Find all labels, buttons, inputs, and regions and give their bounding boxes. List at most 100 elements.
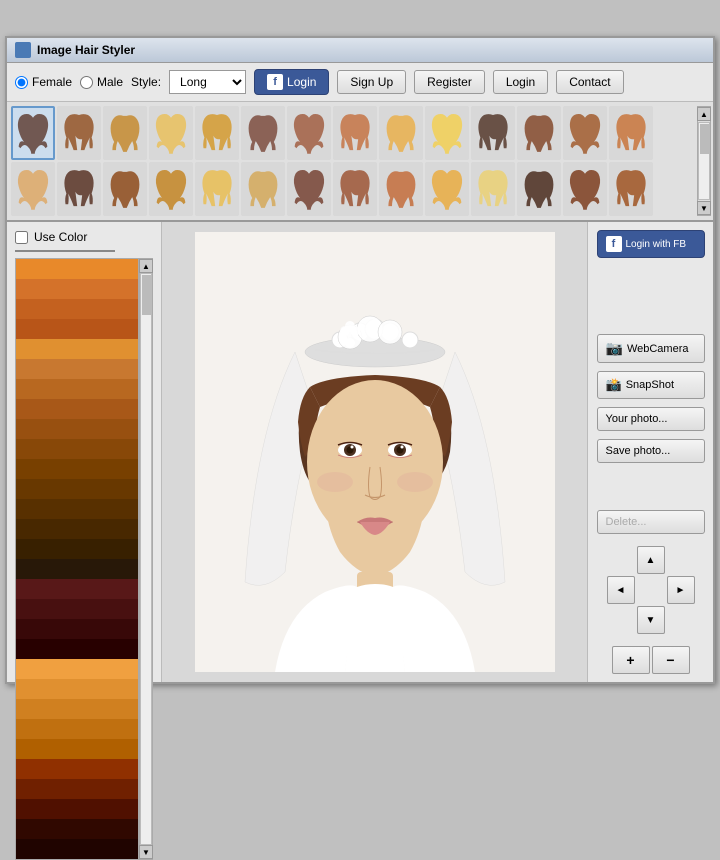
webcam-button[interactable]: 📷 WebCamera: [597, 334, 705, 363]
color-swatch[interactable]: [16, 599, 138, 619]
style-select[interactable]: Long Short Medium Curly: [169, 70, 246, 94]
scrollbar-thumb[interactable]: [700, 124, 710, 154]
hair-thumb[interactable]: [57, 162, 101, 216]
color-swatch[interactable]: [16, 619, 138, 639]
use-color-checkbox[interactable]: [15, 231, 28, 244]
color-swatch[interactable]: [16, 839, 138, 859]
login-button[interactable]: Login: [493, 70, 548, 94]
hair-thumb[interactable]: [471, 106, 515, 160]
save-photo-button[interactable]: Save photo...: [597, 439, 705, 463]
hair-thumb[interactable]: [11, 106, 55, 160]
hair-thumb[interactable]: [563, 162, 607, 216]
contact-button[interactable]: Contact: [556, 70, 623, 94]
hair-thumb[interactable]: [57, 106, 101, 160]
color-swatch[interactable]: [16, 399, 138, 419]
color-swatch[interactable]: [16, 379, 138, 399]
arrow-up-button[interactable]: ▲: [637, 546, 665, 574]
style-label: Style:: [131, 75, 161, 89]
zoom-out-button[interactable]: −: [652, 646, 690, 674]
color-swatch[interactable]: [16, 739, 138, 759]
color-swatch[interactable]: [16, 579, 138, 599]
hair-thumb[interactable]: [195, 162, 239, 216]
register-button[interactable]: Register: [414, 70, 485, 94]
hair-thumb[interactable]: [333, 106, 377, 160]
hair-thumb[interactable]: [241, 106, 285, 160]
hair-thumb[interactable]: [517, 162, 561, 216]
color-preview-swatch[interactable]: [15, 250, 115, 252]
hair-thumb[interactable]: [287, 106, 331, 160]
color-swatch[interactable]: [16, 279, 138, 299]
hair-thumb[interactable]: [425, 106, 469, 160]
color-swatch[interactable]: [16, 319, 138, 339]
arrow-left-button[interactable]: ◄: [607, 576, 635, 604]
color-swatch[interactable]: [16, 699, 138, 719]
delete-button[interactable]: Delete...: [597, 510, 705, 534]
color-swatch[interactable]: [16, 659, 138, 679]
color-swatch[interactable]: [16, 339, 138, 359]
color-swatch[interactable]: [16, 479, 138, 499]
snapshot-label: SnapShot: [626, 379, 674, 391]
hair-thumb[interactable]: [379, 106, 423, 160]
fb-login-button[interactable]: f Login: [254, 69, 329, 95]
color-scroll-up[interactable]: ▲: [139, 259, 153, 273]
arrow-right-button[interactable]: ►: [667, 576, 695, 604]
color-swatch[interactable]: [16, 779, 138, 799]
arrow-row-middle: ◄ ►: [607, 576, 695, 604]
hair-thumb[interactable]: [379, 162, 423, 216]
male-radio[interactable]: [80, 76, 93, 89]
window-title: Image Hair Styler: [37, 43, 135, 57]
hair-thumb[interactable]: [11, 162, 55, 216]
color-swatch[interactable]: [16, 539, 138, 559]
arrow-down-button[interactable]: ▼: [637, 606, 665, 634]
hair-thumb[interactable]: [287, 162, 331, 216]
color-swatch[interactable]: [16, 499, 138, 519]
arrow-controls: ▲ ◄ ► ▼: [607, 546, 695, 634]
hair-thumb[interactable]: [471, 162, 515, 216]
hair-thumb[interactable]: [517, 106, 561, 160]
your-photo-button[interactable]: Your photo...: [597, 407, 705, 431]
hair-thumb[interactable]: [149, 106, 193, 160]
color-swatch[interactable]: [16, 719, 138, 739]
color-swatch[interactable]: [16, 679, 138, 699]
color-swatch[interactable]: [16, 299, 138, 319]
hair-thumb[interactable]: [609, 162, 653, 216]
color-swatch[interactable]: [16, 519, 138, 539]
color-swatch[interactable]: [16, 819, 138, 839]
color-swatch[interactable]: [16, 259, 138, 279]
color-scroll-thumb[interactable]: [142, 275, 152, 315]
female-radio[interactable]: [15, 76, 28, 89]
hair-thumb[interactable]: [563, 106, 607, 160]
hair-thumb[interactable]: [333, 162, 377, 216]
hair-thumb[interactable]: [103, 162, 147, 216]
hair-thumb[interactable]: [149, 162, 193, 216]
signup-button[interactable]: Sign Up: [337, 70, 406, 94]
style-selector[interactable]: Long Short Medium Curly: [169, 70, 246, 94]
save-photo-label: Save photo...: [606, 445, 671, 457]
color-swatch[interactable]: [16, 759, 138, 779]
color-swatch[interactable]: [16, 459, 138, 479]
zoom-in-button[interactable]: +: [612, 646, 650, 674]
color-swatch[interactable]: [16, 799, 138, 819]
hair-thumb[interactable]: [425, 162, 469, 216]
hair-thumb[interactable]: [103, 106, 147, 160]
hair-thumb[interactable]: [195, 106, 239, 160]
female-radio-label[interactable]: Female: [15, 75, 72, 89]
color-scroll-area: ▲ ▼: [15, 258, 153, 860]
snapshot-button[interactable]: 📸 SnapShot: [597, 371, 705, 399]
use-color-label: Use Color: [34, 230, 87, 244]
color-swatch[interactable]: [16, 419, 138, 439]
color-swatch[interactable]: [16, 359, 138, 379]
scrollbar-down-btn[interactable]: ▼: [697, 201, 711, 215]
scrollbar-up-btn[interactable]: ▲: [697, 107, 711, 121]
controls-panel: f Login with FB 📷 WebCamera 📸 SnapShot Y…: [588, 222, 713, 682]
color-swatch[interactable]: [16, 559, 138, 579]
color-swatch[interactable]: [16, 439, 138, 459]
hair-row-1: [11, 106, 709, 160]
fb-panel-label: Login with FB: [626, 239, 687, 250]
color-swatch[interactable]: [16, 639, 138, 659]
male-radio-label[interactable]: Male: [80, 75, 123, 89]
fb-panel-button[interactable]: f Login with FB: [597, 230, 705, 258]
hair-thumb[interactable]: [609, 106, 653, 160]
color-scroll-down[interactable]: ▼: [139, 845, 153, 859]
hair-thumb[interactable]: [241, 162, 285, 216]
